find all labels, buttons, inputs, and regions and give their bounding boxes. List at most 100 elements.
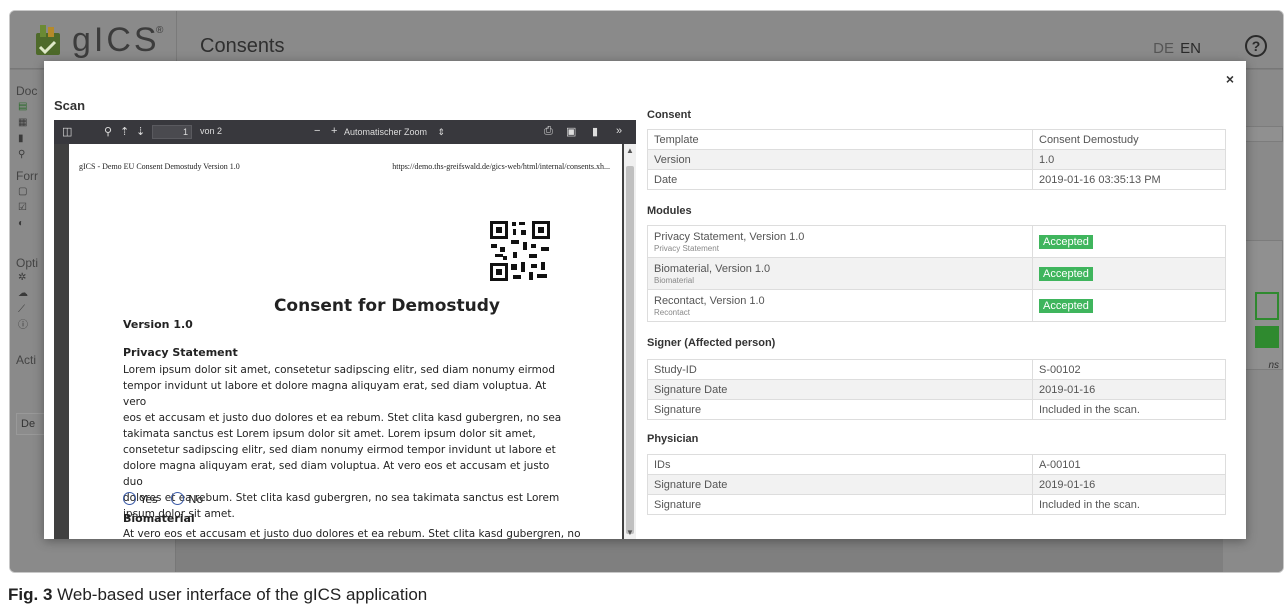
help-icon[interactable]: ? xyxy=(1245,35,1267,57)
row-label: Date xyxy=(647,169,1033,190)
info-icon[interactable]: ⓘ xyxy=(18,321,28,331)
row-label: Version xyxy=(647,149,1033,170)
search-icon[interactable]: ⚲ xyxy=(18,150,28,160)
physician-heading: Physician xyxy=(647,433,699,445)
table-row: Study-ID S-00102 xyxy=(647,359,1226,380)
row-value: Consent Demostudy xyxy=(1032,129,1226,150)
row-value: A-00101 xyxy=(1032,454,1226,475)
row-label: Signature xyxy=(647,399,1033,420)
module-cell: Biomaterial, Version 1.0 Biomaterial xyxy=(647,257,1033,290)
sidebar-toggle-icon[interactable]: ◫ xyxy=(62,125,72,138)
row-label: Study-ID xyxy=(647,359,1033,380)
tools-menu-icon[interactable]: » xyxy=(616,125,622,137)
print-icon[interactable]: ⎙ xyxy=(544,125,553,138)
scrollbar-thumb[interactable] xyxy=(626,166,634,534)
module-name: Recontact, Version 1.0 xyxy=(654,294,765,307)
zoom-in-icon[interactable]: + xyxy=(331,125,337,137)
radio-yes[interactable] xyxy=(123,492,136,505)
body-line: consetetur sadipscing elitr, sed diam no… xyxy=(123,444,556,456)
body-line: Lorem ipsum dolor sit amet, consetetur s… xyxy=(123,364,555,376)
table-row: IDs A-00101 xyxy=(647,454,1226,475)
sidebar-section-actions: Acti xyxy=(16,353,37,367)
cloud-icon[interactable]: ☁ xyxy=(18,289,28,299)
zoom-out-icon[interactable]: − xyxy=(314,125,320,137)
row-label: IDs xyxy=(647,454,1033,475)
scroll-up-icon[interactable]: ▲ xyxy=(626,146,634,155)
background-green-button xyxy=(1255,326,1279,348)
module-subtitle: Biomaterial xyxy=(654,275,695,285)
table-row: Template Consent Demostudy xyxy=(647,129,1226,150)
module-cell: Recontact, Version 1.0 Recontact xyxy=(647,289,1033,322)
table-row: Recontact, Version 1.0 Recontact Accepted xyxy=(647,289,1226,322)
logo-text: gICS xyxy=(72,21,160,59)
pdf-scrollbar[interactable]: ▲ ▼ xyxy=(624,144,636,539)
document-title: Consent for Demostudy xyxy=(273,296,501,316)
qr-code xyxy=(489,220,551,282)
table-row: Signature Included in the scan. xyxy=(647,494,1226,515)
checkbox-icon[interactable]: ☑ xyxy=(18,203,28,213)
document-icon[interactable]: ▤ xyxy=(18,102,28,112)
close-icon[interactable]: × xyxy=(1226,71,1234,87)
background-green-outline xyxy=(1255,292,1279,320)
zoom-select[interactable]: Automatischer Zoom ⇕ xyxy=(344,125,454,139)
body-line: dolore magna aliquyam erat, sed diam vol… xyxy=(123,460,550,488)
module-status-cell: Accepted xyxy=(1032,225,1226,258)
lang-en-link[interactable]: EN xyxy=(1180,40,1201,57)
lang-de-link[interactable]: DE xyxy=(1153,40,1174,57)
new-file-icon[interactable]: ▢ xyxy=(18,187,28,197)
pdf-viewer: ◫ ⚲ ⇡ ⇣ 1 von 2 − + Automatischer Zoom ⇕… xyxy=(54,120,636,539)
previous-page-icon[interactable]: ⇡ xyxy=(120,125,129,138)
row-value: 1.0 xyxy=(1032,149,1226,170)
bookmark-icon[interactable]: ▮ xyxy=(592,125,598,138)
row-value: 2019-01-16 xyxy=(1032,379,1226,400)
table-row: Signature Date 2019-01-16 xyxy=(647,379,1226,400)
consent-heading: Consent xyxy=(647,109,691,121)
row-value: S-00102 xyxy=(1032,359,1226,380)
pdf-toolbar: ◫ ⚲ ⇡ ⇣ 1 von 2 − + Automatischer Zoom ⇕… xyxy=(54,120,636,144)
gics-logo-icon xyxy=(36,25,60,55)
page-number-input[interactable]: 1 xyxy=(152,125,192,139)
table-row: Biomaterial, Version 1.0 Biomaterial Acce… xyxy=(647,257,1226,290)
accepted-badge: Accepted xyxy=(1039,266,1093,281)
section-heading-biomaterial: Biomaterial xyxy=(123,512,195,525)
figure-label: Fig. 3 xyxy=(8,585,53,604)
row-value: 2019-01-16 xyxy=(1032,474,1226,495)
zoom-select-value: Automatischer Zoom xyxy=(344,127,428,137)
section-body-biomaterial: At vero eos et accusam et justo duo dolo… xyxy=(123,528,581,539)
module-status-cell: Accepted xyxy=(1032,257,1226,290)
signer-table: Study-ID S-00102 Signature Date 2019-01-16… xyxy=(647,359,1226,420)
scan-heading: Scan xyxy=(54,98,86,113)
accepted-badge: Accepted xyxy=(1039,298,1093,313)
radio-no[interactable] xyxy=(171,492,185,505)
chart-icon[interactable]: ⟋ xyxy=(18,305,28,315)
shield-icon[interactable]: ◐ xyxy=(18,219,28,229)
modules-heading: Modules xyxy=(647,205,692,217)
module-cell: Privacy Statement, Version 1.0 Privacy St… xyxy=(647,225,1033,258)
accepted-badge: Accepted xyxy=(1039,234,1093,249)
figure-caption: Fig. 3 Web-based user interface of the g… xyxy=(8,585,427,605)
page-header-url: https://demo.ths-greifswald.de/gics-web/… xyxy=(392,162,610,171)
consent-radio-group: Yes No xyxy=(123,492,203,506)
row-label: Signature Date xyxy=(647,474,1033,495)
scroll-down-icon[interactable]: ▼ xyxy=(626,528,634,537)
background-panel-text: ns xyxy=(1268,360,1279,371)
consent-detail-modal: × Scan ◫ ⚲ ⇡ ⇣ 1 von 2 − + Automatischer… xyxy=(44,61,1246,539)
row-label: Signature Date xyxy=(647,379,1033,400)
section-heading-privacy: Privacy Statement xyxy=(123,346,238,359)
next-page-icon[interactable]: ⇣ xyxy=(136,125,145,138)
download-icon[interactable]: ▣ xyxy=(566,125,576,138)
documents-icon[interactable]: ▦ xyxy=(18,118,28,128)
figure-caption-text: Web-based user interface of the gICS app… xyxy=(57,585,428,604)
body-line: takimata sanctus est Lorem ipsum dolor s… xyxy=(123,428,536,440)
module-name: Privacy Statement, Version 1.0 xyxy=(654,230,805,243)
search-icon[interactable]: ⚲ xyxy=(104,125,112,138)
registered-mark: ® xyxy=(156,25,164,36)
body-line: tempor invidunt ut labore et dolore magn… xyxy=(123,380,547,408)
gear-icon[interactable]: ✲ xyxy=(18,273,28,283)
table-row: Version 1.0 xyxy=(647,149,1226,170)
file-icon[interactable]: ▮ xyxy=(18,134,28,144)
row-value: Included in the scan. xyxy=(1032,494,1226,515)
page-header-left: gICS - Demo EU Consent Demostudy Version… xyxy=(79,162,240,171)
sidebar-section-documents: Doc xyxy=(16,84,38,98)
table-row: Signature Included in the scan. xyxy=(647,399,1226,420)
